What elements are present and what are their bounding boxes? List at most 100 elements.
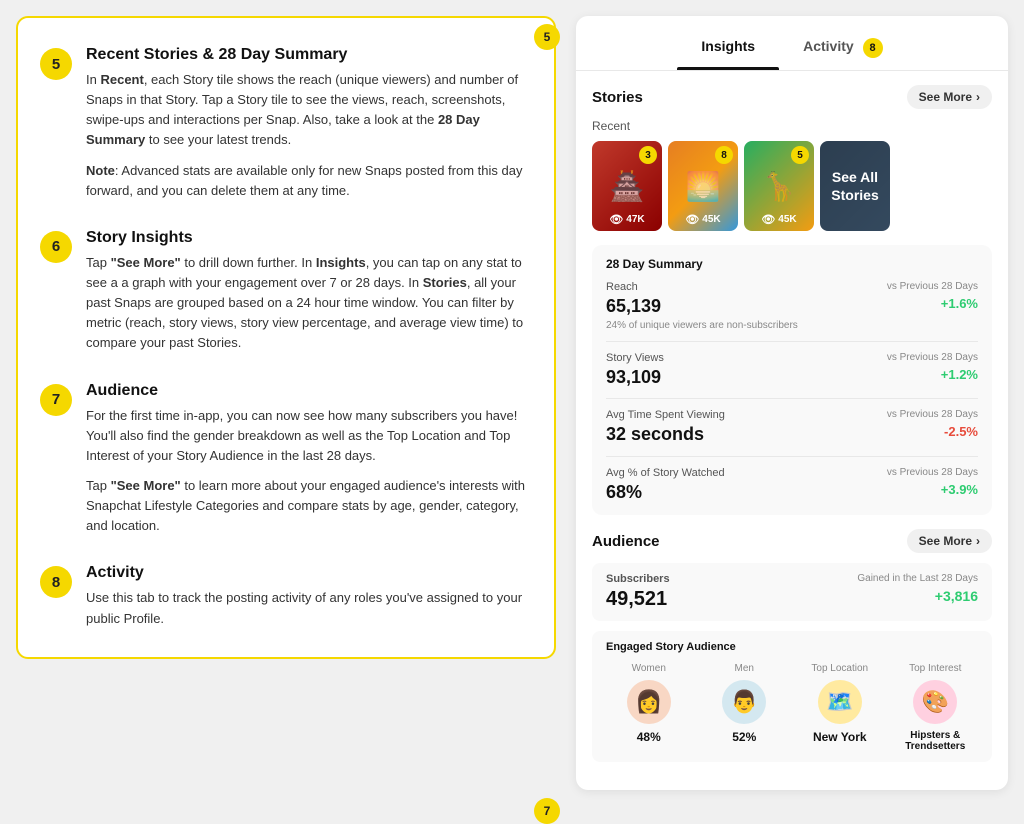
summary-box: 28 Day Summary Reach 65,139 24% of uniqu… [592,245,992,515]
avg-pct-pct: +3.9% [887,482,978,497]
story-thumb-see-all[interactable]: See AllStories [820,141,890,231]
section-6-content: Story Insights Tap "See More" to drill d… [86,229,526,354]
badge-5: 5 [40,48,72,80]
badge-7: 7 [40,384,72,416]
section-5: 5 Recent Stories & 28 Day Summary In Rec… [40,46,526,201]
audience-title: Audience [592,533,660,550]
story-views-vs: vs Previous 28 Days [887,352,978,363]
right-panel: Insights Activity 8 Stories See Mo [576,16,1008,790]
engaged-title: Engaged Story Audience [606,641,978,653]
audience-section: Audience See More › Subscribers 49,521 [592,529,992,762]
tab-activity[interactable]: Activity 8 [779,30,906,70]
story-thumb-1[interactable]: 🏯 3 👁47K [592,141,662,231]
avg-pct-label: Avg % of Story Watched [606,467,725,479]
reach-label: Reach [606,281,798,293]
stories-section: Stories See More › Recent 🏯 [592,85,992,231]
thumb-3-stat: 👁45K [744,213,814,226]
women-avatar: 👩 [627,680,671,724]
interest-stat: Hipsters & Trendsetters [893,730,979,752]
left-panel: 5 Recent Stories & 28 Day Summary In Rec… [16,16,556,659]
metric-avg-time: Avg Time Spent Viewing 32 seconds vs Pre… [606,409,978,457]
section-5-p1: In Recent, each Story tile shows the rea… [86,70,526,151]
engaged-col-men: Men 👨 52% [702,663,788,752]
men-avatar: 👨 [722,680,766,724]
right-wrapper: 5 Insights Activity 8 [576,16,1008,790]
recent-label: Recent [592,119,992,133]
story-thumb-2[interactable]: 🌅 8 👁45K [668,141,738,231]
women-stat: 48% [606,730,692,744]
location-label: Top Location [797,663,883,674]
thumb-3-count: 5 [791,146,809,164]
section-6-title: Story Insights [86,229,526,247]
story-views-label: Story Views [606,352,664,364]
badge-6: 6 [40,231,72,263]
reach-vs: vs Previous 28 Days [887,281,978,292]
location-stat: New York [797,730,883,744]
section-8: 8 Activity Use this tab to track the pos… [40,564,526,628]
audience-header: Audience See More › [592,529,992,553]
engaged-col-location: Top Location 🗺️ New York [797,663,883,752]
story-views-value: 93,109 [606,367,664,389]
avg-pct-vs: vs Previous 28 Days [887,467,978,478]
section-5-p2: Note: Advanced stats are available only … [86,161,526,201]
avg-time-value: 32 seconds [606,424,725,446]
interest-avatar: 🎨 [913,680,957,724]
subscribers-label: Subscribers [606,573,670,585]
section-5-title: Recent Stories & 28 Day Summary [86,46,526,64]
tab-insights[interactable]: Insights [677,30,779,70]
section-6-p1: Tap "See More" to drill down further. In… [86,253,526,354]
reach-sub: 24% of unique viewers are non-subscriber… [606,320,798,331]
badge-8: 8 [40,566,72,598]
tabs-row: Insights Activity 8 [576,16,1008,71]
section-7-content: Audience For the first time in-app, you … [86,382,526,537]
story-views-pct: +1.2% [887,367,978,382]
gained-label: Gained in the Last 28 Days [857,573,978,584]
avg-pct-value: 68% [606,482,725,504]
location-avatar: 🗺️ [818,680,862,724]
thumb-2-stat: 👁45K [668,213,738,226]
subscribers-value: 49,521 [606,588,670,611]
stories-step-badge-left: 5 [534,24,560,50]
section-7-p2: Tap "See More" to learn more about your … [86,476,526,536]
activity-badge: 8 [863,38,883,58]
metric-reach: Reach 65,139 24% of unique viewers are n… [606,281,978,342]
interest-label: Top Interest [893,663,979,674]
gained-value: +3,816 [857,588,978,604]
section-8-title: Activity [86,564,526,582]
engaged-cols: Women 👩 48% Men 👨 52% [606,663,978,752]
women-label: Women [606,663,692,674]
engaged-box: Engaged Story Audience Women 👩 48% Men 👨 [592,631,992,762]
section-8-content: Activity Use this tab to track the posti… [86,564,526,628]
stories-title: Stories [592,89,643,106]
men-stat: 52% [702,730,788,744]
panel-content: Stories See More › Recent 🏯 [576,71,1008,790]
reach-pct: +1.6% [887,296,978,311]
avg-time-vs: vs Previous 28 Days [887,409,978,420]
metric-story-views: Story Views 93,109 vs Previous 28 Days +… [606,352,978,400]
engaged-col-interest: Top Interest 🎨 Hipsters & Trendsetters [893,663,979,752]
audience-step-badge: 7 [534,798,560,824]
section-7-title: Audience [86,382,526,400]
men-label: Men [702,663,788,674]
audience-see-more-button[interactable]: See More › [907,529,992,553]
section-6: 6 Story Insights Tap "See More" to drill… [40,229,526,354]
avg-time-label: Avg Time Spent Viewing [606,409,725,421]
page-wrapper: 5 Recent Stories & 28 Day Summary In Rec… [16,16,1008,790]
story-thumbs: 🏯 3 👁47K 🌅 [592,141,992,231]
section-7-p1: For the first time in-app, you can now s… [86,406,526,466]
metric-avg-pct: Avg % of Story Watched 68% vs Previous 2… [606,467,978,504]
thumb-2-count: 8 [715,146,733,164]
reach-value: 65,139 [606,296,798,318]
thumb-1-stat: 👁47K [592,213,662,226]
avg-time-pct: -2.5% [887,424,978,439]
section-8-p1: Use this tab to track the posting activi… [86,588,526,628]
summary-title: 28 Day Summary [606,257,978,271]
section-7: 7 Audience For the first time in-app, yo… [40,382,526,537]
stories-see-more-button[interactable]: See More › [907,85,992,109]
subscribers-row: Subscribers 49,521 Gained in the Last 28… [592,563,992,621]
story-thumb-3[interactable]: 🦒 5 👁45K [744,141,814,231]
engaged-col-women: Women 👩 48% [606,663,692,752]
stories-header: Stories See More › [592,85,992,109]
thumb-1-count: 3 [639,146,657,164]
section-5-content: Recent Stories & 28 Day Summary In Recen… [86,46,526,201]
